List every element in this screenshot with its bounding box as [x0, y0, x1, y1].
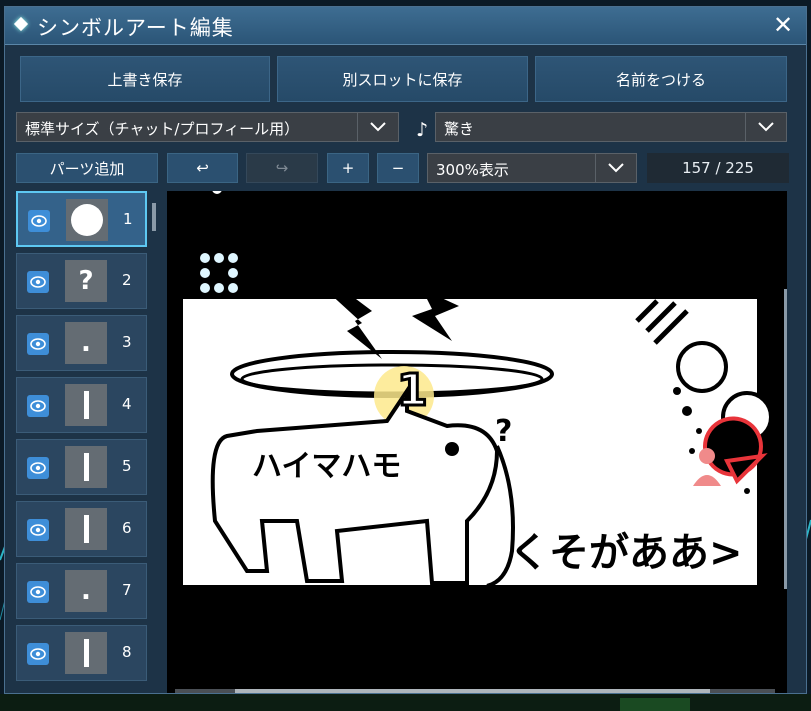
katakana-label: ハイマハモ: [252, 449, 401, 484]
eye-icon[interactable]: [27, 395, 49, 417]
chevron-down-icon: [745, 113, 786, 141]
sound-select[interactable]: 驚き: [435, 112, 787, 142]
size-select-value: 標準サイズ（チャット/プロフィール用）: [25, 120, 300, 138]
part-number: 3: [122, 333, 132, 351]
undo-icon: ↩: [196, 159, 209, 177]
window-title: シンボルアート編集: [37, 16, 234, 40]
parts-scrollbar[interactable]: [152, 203, 156, 231]
add-parts-button[interactable]: パーツ追加: [16, 153, 158, 183]
zoom-out-button[interactable]: −: [377, 153, 419, 183]
part-thumbnail: [65, 384, 107, 426]
overwrite-save-button[interactable]: 上書き保存: [20, 56, 270, 102]
chevron-down-icon: [595, 154, 636, 182]
part-row[interactable]: ? 2: [16, 253, 147, 309]
part-thumbnail: ?: [65, 260, 107, 302]
name-it-button[interactable]: 名前をつける: [535, 56, 787, 102]
part-row[interactable]: 4: [16, 377, 147, 433]
dot-grid-icon: [200, 253, 238, 293]
part-number: 2: [122, 271, 132, 289]
title-diamond-icon: [13, 16, 29, 32]
part-number: 4: [122, 395, 132, 413]
part-thumbnail: .: [65, 570, 107, 612]
part-row[interactable]: 8: [16, 625, 147, 681]
eye-icon[interactable]: [27, 643, 49, 665]
question-mark: ?: [495, 414, 512, 449]
chevron-down-icon: [357, 113, 398, 141]
eye-icon[interactable]: [27, 271, 49, 293]
part-number: 5: [122, 457, 132, 475]
part-thumbnail: [65, 446, 107, 488]
zoom-select-value: 300%表示: [436, 161, 509, 179]
redo-icon: ↪: [275, 159, 289, 177]
undo-button[interactable]: ↩: [167, 153, 238, 183]
part-row[interactable]: 6: [16, 501, 147, 557]
part-row[interactable]: .7: [16, 563, 147, 619]
redo-button[interactable]: ↪: [246, 153, 318, 183]
symbol-art-editor-window: シンボルアート編集 ✕ 上書き保存 別スロットに保存 名前をつける 標準サイズ（…: [4, 6, 807, 694]
close-button[interactable]: ✕: [770, 12, 796, 38]
part-thumbnail: [66, 199, 108, 241]
part-number: 7: [122, 581, 132, 599]
sound-select-value: 驚き: [444, 120, 475, 138]
eye-icon[interactable]: [27, 457, 49, 479]
eye-icon[interactable]: [27, 333, 49, 355]
part-row[interactable]: .3: [16, 315, 147, 371]
eye-icon[interactable]: [27, 581, 49, 603]
part-number: 8: [122, 643, 132, 661]
title-bar: シンボルアート編集 ✕: [5, 7, 806, 45]
canvas-vertical-scrollbar[interactable]: [784, 289, 787, 589]
zoom-in-button[interactable]: +: [327, 153, 369, 183]
part-row[interactable]: 5: [16, 439, 147, 495]
canvas-horizontal-scroll-thumb[interactable]: [235, 689, 710, 693]
shout-text: くそがああ>: [509, 530, 743, 576]
save-other-slot-button[interactable]: 別スロットに保存: [277, 56, 528, 102]
eye-icon[interactable]: [28, 210, 50, 232]
part-row[interactable]: 1: [16, 191, 147, 247]
part-number: 6: [122, 519, 132, 537]
part-thumbnail: [65, 632, 107, 674]
part-count: 157 / 225: [647, 153, 789, 183]
eye-icon[interactable]: [27, 519, 49, 541]
badge-number: 1: [397, 365, 428, 416]
part-thumbnail: [65, 508, 107, 550]
part-number: 1: [123, 210, 133, 228]
art-canvas[interactable]: 1 ? ハイマハモ くそがああ>: [167, 184, 787, 693]
size-select[interactable]: 標準サイズ（チャット/プロフィール用）: [16, 112, 399, 142]
zoom-select[interactable]: 300%表示: [427, 153, 637, 183]
part-thumbnail: .: [65, 322, 107, 364]
sound-note-icon: ♪: [416, 119, 429, 141]
parts-list: 1? 2. 3 4 5 6. 7 8: [16, 191, 158, 691]
symbol-art: 1 ? ハイマハモ くそがああ>: [183, 184, 773, 588]
